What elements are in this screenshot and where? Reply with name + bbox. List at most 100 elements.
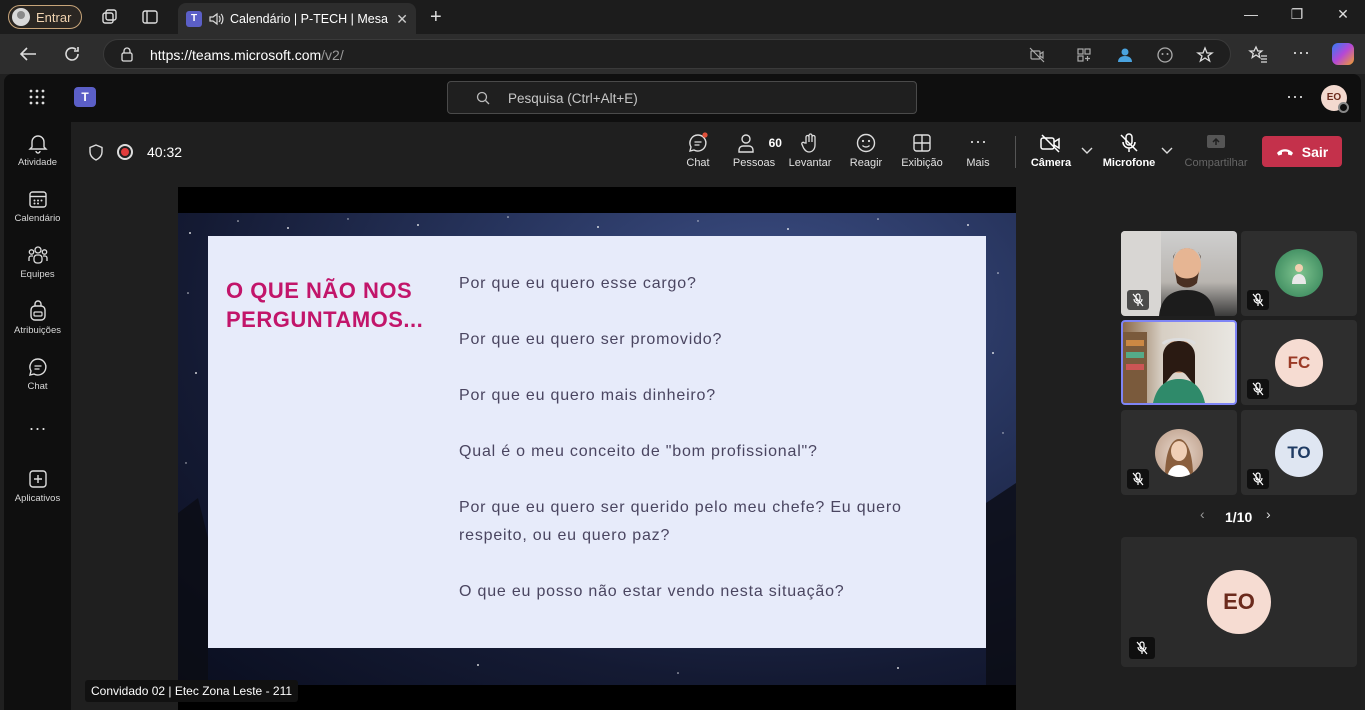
react-button[interactable]: Reagir [838, 132, 894, 169]
muted-indicator [1129, 637, 1155, 659]
people-button[interactable]: 60 Pessoas [726, 132, 782, 169]
audio-playing-icon[interactable] [208, 11, 224, 27]
raise-hand-button[interactable]: Levantar [782, 132, 838, 169]
participant-initials: TO [1275, 429, 1323, 477]
lock-icon[interactable] [120, 47, 134, 62]
toolbar-divider [1015, 136, 1016, 168]
rail-item-teams[interactable]: Equipes [4, 244, 71, 280]
slide-title: O QUE NÃO NOS PERGUNTAMOS... [226, 278, 424, 332]
mic-off-icon [1132, 293, 1144, 307]
slide-question: Por que eu quero esse cargo? [459, 275, 697, 292]
minimize-icon[interactable]: — [1228, 6, 1274, 22]
url-text: https://teams.microsoft.com/v2/ [150, 47, 344, 63]
shield-icon[interactable] [88, 144, 104, 161]
camera-options-chevron-icon[interactable] [1081, 147, 1093, 155]
favorites-icon[interactable] [1248, 44, 1268, 64]
gallery-pager: ‹ 1/10 › [1200, 506, 1280, 527]
backpack-icon [29, 300, 46, 321]
people-count: 60 [768, 136, 782, 150]
view-button[interactable]: Exibição [894, 132, 950, 169]
participant-video-tile[interactable]: TO [1241, 410, 1357, 495]
participant-video-tile[interactable] [1121, 410, 1237, 495]
more-button[interactable]: ··· Mais [950, 132, 1006, 169]
extension-person-icon[interactable] [1116, 46, 1134, 64]
teams-icon [27, 246, 48, 264]
participant-video-tile[interactable]: FC [1241, 320, 1357, 405]
next-page-icon[interactable]: › [1266, 506, 1271, 522]
rail-item-chat[interactable]: Chat [4, 356, 71, 392]
profile-avatar-icon [12, 8, 30, 26]
rail-item-assignments[interactable]: Atribuições [4, 300, 71, 336]
close-window-icon[interactable]: ✕ [1320, 6, 1365, 23]
slide-question: O que eu posso não estar vendo nesta sit… [459, 583, 845, 600]
favorite-star-icon[interactable] [1196, 46, 1214, 64]
rail-label: Chat [27, 381, 48, 392]
share-screen-icon [1207, 135, 1225, 148]
rail-label: Calendário [14, 213, 61, 224]
rail-item-apps[interactable]: Aplicativos [4, 468, 71, 504]
tool-label: Reagir [849, 157, 883, 169]
settings-more-icon[interactable]: ··· [1286, 86, 1304, 107]
leave-button[interactable]: Sair [1262, 136, 1342, 167]
back-icon[interactable] [18, 45, 38, 63]
url-field[interactable]: https://teams.microsoft.com/v2/ [103, 39, 1231, 69]
profile-label: Entrar [36, 9, 72, 25]
chat-icon [689, 132, 708, 152]
profile-button[interactable]: Entrar [8, 5, 82, 29]
browser-tab-strip: Entrar T Calendário | P-TECH | Mesa F ✕ … [0, 0, 1365, 34]
presence-status-icon [1338, 102, 1349, 113]
restore-icon[interactable]: ❐ [1274, 6, 1320, 23]
slide-question: Qual é o meu conceito de "bom profission… [459, 443, 818, 460]
presentation-slide: O QUE NÃO NOS PERGUNTAMOS... Por que eu … [208, 236, 986, 648]
participant-video [1123, 332, 1205, 403]
rail-more-icon[interactable]: ··· [4, 418, 71, 439]
share-button[interactable]: Compartilhar [1181, 132, 1251, 169]
presenter-name-tag: Convidado 02 | Etec Zona Leste - 211 [85, 680, 299, 702]
refresh-icon[interactable] [62, 44, 82, 64]
copilot-icon[interactable] [1332, 43, 1354, 65]
tool-label: Levantar [788, 157, 832, 169]
new-tab-icon[interactable]: + [430, 6, 442, 29]
hang-up-icon [1276, 148, 1293, 155]
previous-page-icon[interactable]: ‹ [1200, 506, 1205, 522]
left-rail: Atividade Calendário Equipes Atribuições… [4, 122, 71, 710]
slide-question: Por que eu quero ser querido pelo meu ch… [459, 499, 902, 544]
rail-label: Atividade [17, 157, 58, 168]
tab-actions-icon[interactable] [141, 8, 159, 26]
muted-indicator [1247, 379, 1269, 399]
active-browser-tab[interactable]: T Calendário | P-TECH | Mesa F ✕ [178, 3, 416, 34]
tool-label: Exibição [901, 157, 943, 169]
tool-label: Mais [966, 157, 990, 169]
browser-menu-icon[interactable]: ··· [1292, 42, 1310, 63]
self-view-tile[interactable]: EO [1121, 537, 1357, 667]
microphone-button[interactable]: Microfone [1101, 132, 1157, 169]
mic-off-icon [1120, 133, 1138, 152]
participant-video-tile[interactable] [1241, 231, 1357, 316]
more-icon: ··· [969, 131, 987, 151]
slide-question: Por que eu quero mais dinheiro? [459, 387, 716, 404]
workspaces-icon[interactable] [100, 8, 118, 26]
mic-off-icon [1252, 382, 1264, 396]
rail-item-calendar[interactable]: Calendário [4, 188, 71, 224]
muted-indicator [1247, 469, 1269, 489]
teams-favicon-icon: T [186, 10, 202, 27]
extension-smile-icon[interactable] [1156, 46, 1174, 64]
page-indicator: 1/10 [1225, 509, 1253, 525]
chat-button[interactable]: Chat [670, 132, 726, 169]
self-initials: EO [1207, 570, 1271, 634]
camera-blocked-icon[interactable] [1029, 47, 1045, 63]
rail-label: Aplicativos [14, 493, 61, 504]
calendar-icon [28, 191, 47, 208]
app-launcher-icon[interactable] [28, 88, 46, 106]
close-tab-icon[interactable]: ✕ [396, 11, 408, 28]
search-field[interactable]: Pesquisa (Ctrl+Alt+E) [447, 81, 917, 114]
leave-label: Sair [1301, 143, 1329, 160]
active-speaker-video-tile[interactable] [1121, 320, 1237, 405]
rail-item-activity[interactable]: Atividade [4, 132, 71, 168]
avatar-figure-icon [1292, 264, 1306, 284]
participant-video-tile[interactable] [1121, 231, 1237, 316]
app-available-icon[interactable] [1076, 47, 1092, 63]
tool-label: Pessoas [732, 157, 776, 169]
camera-button[interactable]: Câmera [1023, 132, 1079, 169]
mic-options-chevron-icon[interactable] [1161, 147, 1173, 155]
